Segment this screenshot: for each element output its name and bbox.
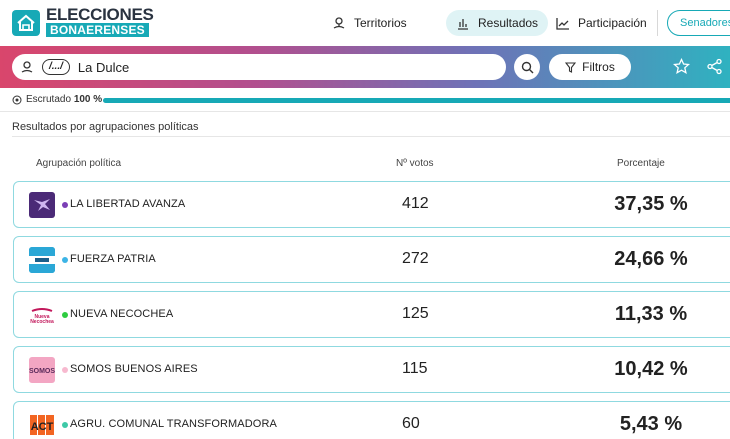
table-row[interactable]: LA LIBERTAD AVANZA 412 37,35 % <box>13 181 730 228</box>
location-search-input[interactable]: /.../ La Dulce <box>12 54 506 80</box>
line-chart-icon <box>556 18 569 30</box>
nav-resultados[interactable]: Resultados <box>446 10 549 36</box>
party-votes: 272 <box>402 250 429 267</box>
party-votes: 412 <box>402 195 429 212</box>
party-votes: 125 <box>402 305 429 322</box>
location-pin-icon <box>21 61 33 73</box>
scrutiny-label-text: Escrutado <box>26 94 72 105</box>
party-color-dot <box>62 367 68 373</box>
search-icon <box>521 61 533 73</box>
nav-participacion-label: Participación <box>578 16 647 30</box>
location-bar: /.../ La Dulce Filtros <box>0 46 730 88</box>
party-name: AGRU. COMUNAL TRANSFORMADORA <box>70 418 277 430</box>
party-percent: 11,33 % <box>614 303 688 325</box>
party-votes: 115 <box>402 360 428 377</box>
logo-subtitle[interactable]: BONAERENSES <box>46 23 149 37</box>
filter-icon <box>565 61 577 73</box>
home-logo-icon[interactable] <box>12 10 40 36</box>
party-name: NUEVA NECOCHEA <box>70 308 174 320</box>
column-header-percent: Porcentaje <box>617 158 665 169</box>
party-percent: 37,35 % <box>614 193 688 215</box>
table-row[interactable]: SOMOS SOMOS BUENOS AIRES 115 10,42 % <box>13 346 730 393</box>
senadores-button[interactable]: Senadores P <box>667 10 730 36</box>
share-icon[interactable] <box>706 58 723 75</box>
logo-title[interactable]: ELECCIONES <box>46 6 154 23</box>
party-name: LA LIBERTAD AVANZA <box>70 198 186 210</box>
scrutiny-progress: Escrutado 100 % <box>0 88 730 112</box>
party-votes: 60 <box>402 415 420 432</box>
target-icon <box>12 95 22 105</box>
scrutiny-label: Escrutado 100 % <box>26 94 102 105</box>
party-color-dot <box>62 257 68 263</box>
table-row[interactable]: FUERZA PATRIA 272 24,66 % <box>13 236 730 283</box>
party-color-dot <box>62 202 68 208</box>
party-percent: 10,42 % <box>614 358 688 380</box>
nav-divider <box>657 10 658 36</box>
nav-territorios[interactable]: Territorios <box>332 10 407 36</box>
scrutiny-progress-fill <box>103 98 730 103</box>
scrutiny-value: 100 % <box>73 94 103 105</box>
location-name: La Dulce <box>77 59 130 75</box>
nav-participacion[interactable]: Participación <box>556 10 647 36</box>
fuerza-patria-logo-icon <box>29 247 55 273</box>
party-percent: 24,66 % <box>614 248 688 270</box>
nav-territorios-label: Territorios <box>354 16 407 30</box>
acu-logo-icon: ACT <box>29 412 55 438</box>
lla-logo-icon <box>29 192 55 218</box>
section-divider <box>12 136 730 137</box>
column-header-party: Agrupación política <box>36 158 122 169</box>
section-title: Resultados por agrupaciones políticas <box>12 121 199 133</box>
party-name: SOMOS BUENOS AIRES <box>70 363 198 375</box>
filters-button[interactable]: Filtros <box>549 54 631 80</box>
svg-text:ACT: ACT <box>31 421 54 433</box>
party-color-dot <box>62 422 68 428</box>
svg-text:Necochea: Necochea <box>30 319 54 325</box>
somos-logo-icon: SOMOS <box>29 357 55 383</box>
nav-resultados-label: Resultados <box>478 16 539 30</box>
svg-text:SOMOS: SOMOS <box>29 368 55 375</box>
party-name: FUERZA PATRIA <box>70 253 156 265</box>
party-color-dot <box>62 312 68 318</box>
party-percent: 5,43 % <box>619 413 683 435</box>
filters-label: Filtros <box>582 60 615 74</box>
table-row[interactable]: Nueva Necochea NUEVA NECOCHEA 125 11,33 % <box>13 291 730 338</box>
search-button[interactable] <box>514 54 540 80</box>
star-icon[interactable] <box>673 58 690 75</box>
scrutiny-progress-track <box>103 98 730 103</box>
breadcrumb-collapsed[interactable]: /.../ <box>42 59 70 75</box>
table-row[interactable]: ACT AGRU. COMUNAL TRANSFORMADORA 60 5,43… <box>13 401 730 439</box>
bar-chart-icon <box>458 19 468 30</box>
nueva-necochea-logo-icon: Nueva Necochea <box>29 302 55 328</box>
column-header-votes: Nº votos <box>396 158 434 169</box>
top-header: ELECCIONES BONAERENSES Territorios Resul… <box>0 0 730 46</box>
map-pin-icon <box>333 17 345 29</box>
